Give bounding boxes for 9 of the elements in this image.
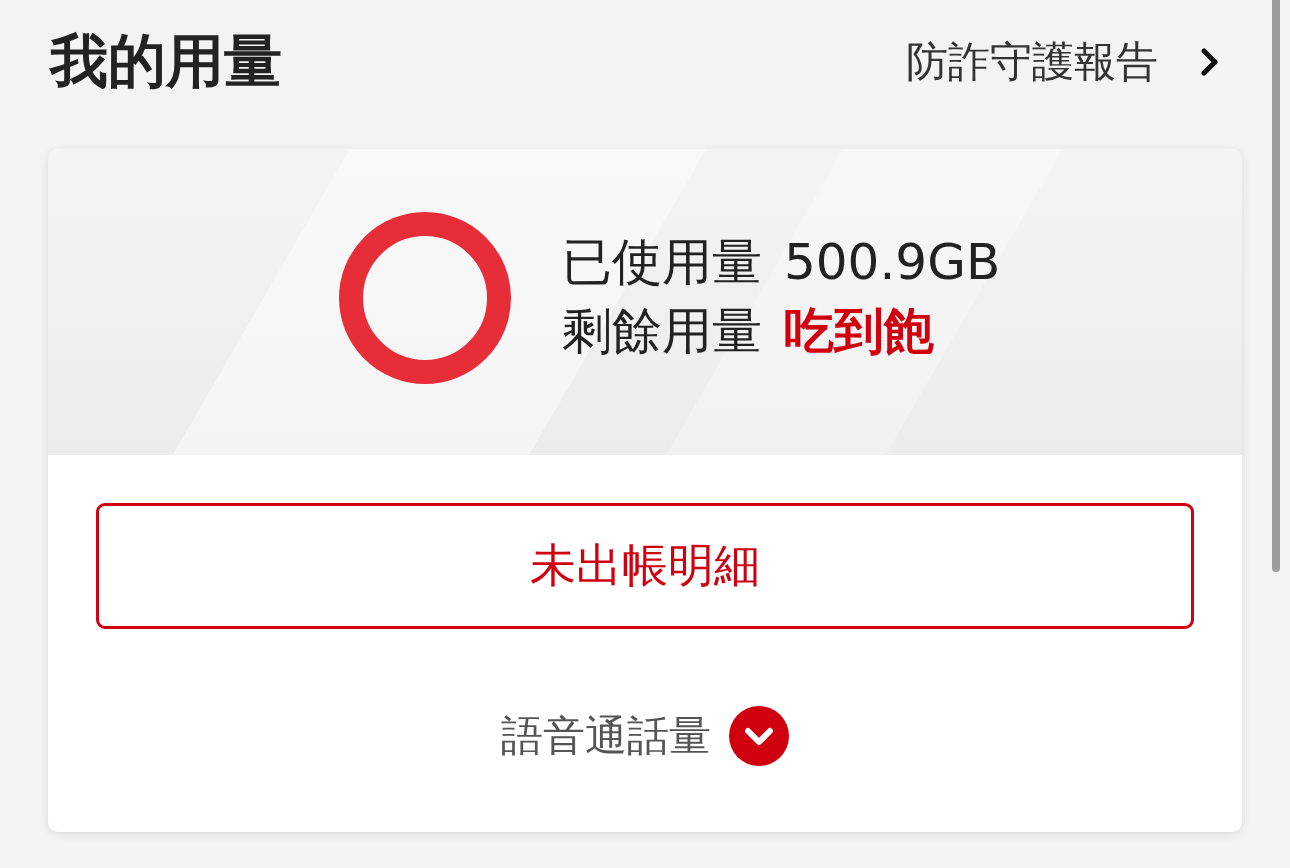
page-title: 我的用量 — [50, 30, 282, 94]
chevron-right-icon — [1200, 48, 1220, 76]
voice-usage-toggle[interactable]: 語音通話量 — [501, 706, 789, 766]
unbilled-details-button[interactable]: 未出帳明細 — [96, 503, 1194, 629]
used-label: 已使用量 — [562, 232, 762, 293]
remaining-label: 剩餘用量 — [562, 301, 762, 362]
used-value: 500.9GB — [784, 232, 1001, 293]
fraud-report-link[interactable]: 防詐守護報告 — [906, 36, 1220, 88]
remaining-value: 吃到飽 — [784, 301, 934, 362]
